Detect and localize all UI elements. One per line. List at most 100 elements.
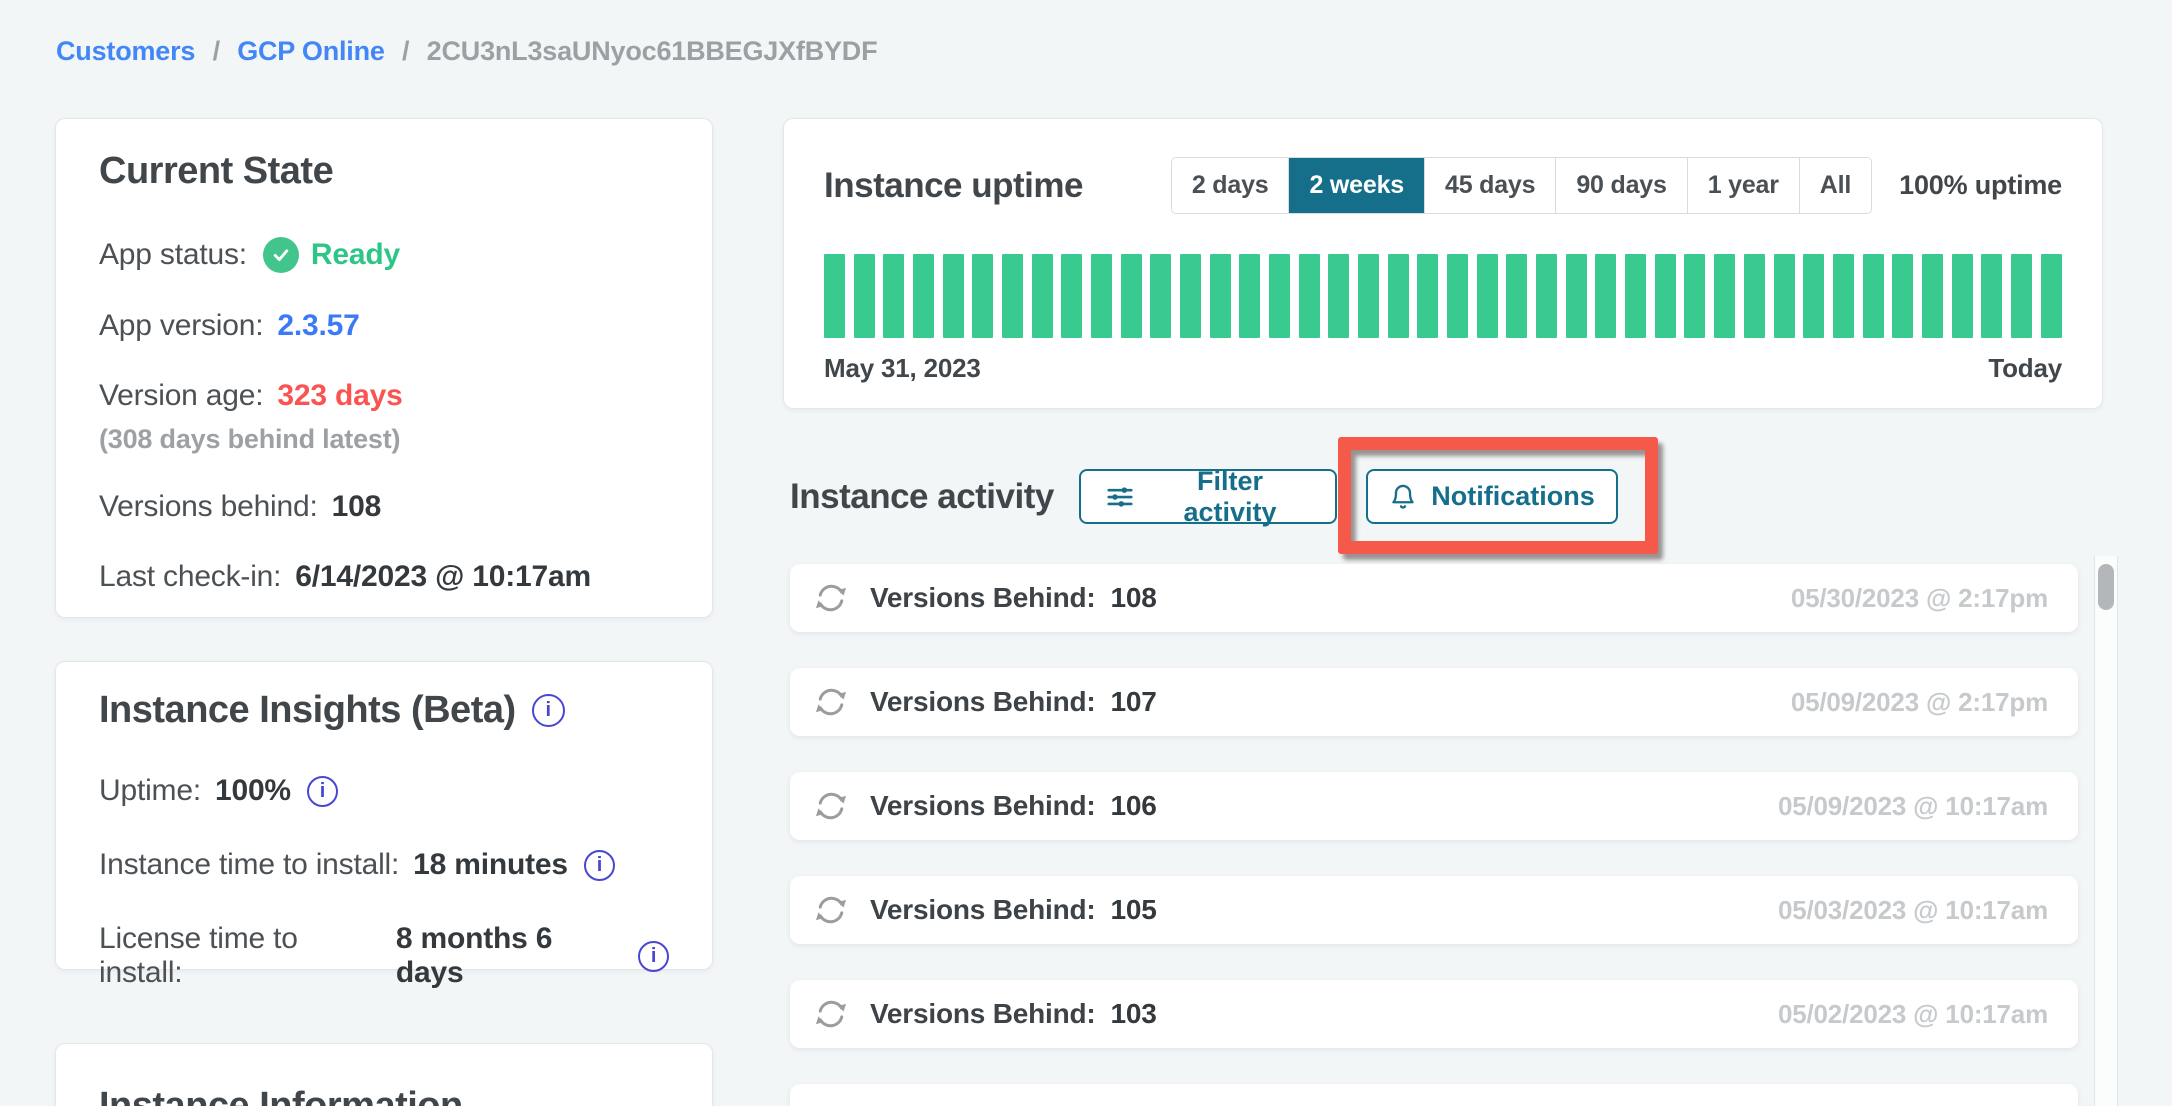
info-icon[interactable]: i bbox=[638, 941, 669, 972]
sliders-icon bbox=[1105, 482, 1135, 512]
instance-install-value: 18 minutes bbox=[413, 848, 568, 882]
uptime-bar bbox=[1803, 254, 1824, 338]
uptime-bar bbox=[1714, 254, 1735, 338]
activity-row-timestamp: 05/30/2023 @ 2:17pm bbox=[1791, 583, 2048, 614]
range-button-all[interactable]: All bbox=[1799, 158, 1871, 213]
range-button-45-days[interactable]: 45 days bbox=[1424, 158, 1555, 213]
activity-row-timestamp: 05/02/2023 @ 10:17am bbox=[1778, 999, 2048, 1030]
app-version-row: App version: 2.3.57 bbox=[99, 309, 669, 343]
uptime-bar bbox=[2011, 254, 2032, 338]
activity-row: Versions Behind: 105 05/03/2023 @ 10:17a… bbox=[790, 876, 2078, 944]
uptime-bar bbox=[1625, 254, 1646, 338]
last-checkin-value: 6/14/2023 @ 10:17am bbox=[295, 560, 591, 594]
uptime-bar bbox=[1774, 254, 1795, 338]
instance-activity-title: Instance activity bbox=[790, 477, 1054, 517]
uptime-bar bbox=[1239, 254, 1260, 338]
instance-information-title: Instance Information bbox=[99, 1084, 669, 1106]
activity-row: Versions Behind: 103 05/02/2023 @ 10:17a… bbox=[790, 980, 2078, 1048]
uptime-bar bbox=[1447, 254, 1468, 338]
range-button-90-days[interactable]: 90 days bbox=[1555, 158, 1686, 213]
activity-row: Versions Behind: 106 05/09/2023 @ 10:17a… bbox=[790, 772, 2078, 840]
bell-icon bbox=[1389, 483, 1417, 511]
breadcrumb-separator: / bbox=[213, 36, 220, 66]
info-icon[interactable]: i bbox=[584, 850, 615, 881]
activity-row-timestamp: 05/09/2023 @ 10:17am bbox=[1778, 791, 2048, 822]
instance-uptime-card: Instance uptime 2 days 2 weeks 45 days 9… bbox=[783, 118, 2103, 409]
uptime-bar bbox=[1922, 254, 1943, 338]
uptime-bar bbox=[1150, 254, 1171, 338]
activity-row-label: Versions Behind: bbox=[870, 790, 1096, 822]
versions-behind-row: Versions behind: 108 bbox=[99, 490, 669, 524]
last-checkin-label: Last check-in: bbox=[99, 560, 281, 594]
activity-row-label: Versions Behind: bbox=[870, 686, 1096, 718]
instance-detail-page: Customers / GCP Online / 2CU3nL3saUNyoc6… bbox=[0, 0, 2172, 1106]
instance-information-card: Instance Information bbox=[55, 1043, 713, 1106]
activity-row-value: 108 bbox=[1111, 582, 1157, 614]
uptime-bar bbox=[1952, 254, 1973, 338]
instance-install-row: Instance time to install: 18 minutes i bbox=[99, 848, 669, 882]
activity-row-partial bbox=[790, 1084, 2078, 1106]
notifications-button[interactable]: Notifications bbox=[1366, 469, 1618, 524]
activity-scrollbar-thumb[interactable] bbox=[2098, 564, 2114, 610]
license-install-label: License time to install: bbox=[99, 922, 382, 990]
check-circle-icon bbox=[263, 237, 299, 273]
activity-row: Versions Behind: 107 05/09/2023 @ 2:17pm bbox=[790, 668, 2078, 736]
uptime-bar bbox=[1032, 254, 1053, 338]
sync-icon bbox=[812, 995, 850, 1033]
uptime-bar bbox=[1744, 254, 1765, 338]
activity-scrollbar-track[interactable] bbox=[2094, 556, 2118, 1106]
uptime-bar bbox=[1566, 254, 1587, 338]
last-checkin-row: Last check-in: 6/14/2023 @ 10:17am bbox=[99, 560, 669, 594]
uptime-bar bbox=[1477, 254, 1498, 338]
range-button-2-weeks[interactable]: 2 weeks bbox=[1288, 158, 1424, 213]
range-button-2-days[interactable]: 2 days bbox=[1172, 158, 1289, 213]
chart-start-label: May 31, 2023 bbox=[824, 353, 981, 384]
uptime-bar bbox=[913, 254, 934, 338]
activity-row-value: 107 bbox=[1111, 686, 1157, 718]
uptime-bar bbox=[1833, 254, 1854, 338]
range-button-1-year[interactable]: 1 year bbox=[1687, 158, 1799, 213]
version-age-value: 323 days bbox=[277, 379, 402, 413]
uptime-bar bbox=[1655, 254, 1676, 338]
app-status-row: App status: Ready bbox=[99, 237, 669, 273]
activity-row-timestamp: 05/09/2023 @ 2:17pm bbox=[1791, 687, 2048, 718]
uptime-bar bbox=[1299, 254, 1320, 338]
uptime-bar bbox=[943, 254, 964, 338]
activity-row-label: Versions Behind: bbox=[870, 582, 1096, 614]
uptime-bar bbox=[1863, 254, 1884, 338]
versions-behind-value: 108 bbox=[332, 490, 381, 524]
uptime-bars bbox=[824, 254, 2062, 338]
uptime-bar bbox=[854, 254, 875, 338]
uptime-insight-value: 100% bbox=[215, 774, 291, 808]
app-version-value[interactable]: 2.3.57 bbox=[277, 309, 359, 343]
versions-behind-label: Versions behind: bbox=[99, 490, 318, 524]
uptime-bar bbox=[1358, 254, 1379, 338]
uptime-insight-row: Uptime: 100% i bbox=[99, 774, 669, 808]
filter-activity-label: Filter activity bbox=[1149, 466, 1311, 528]
uptime-insight-label: Uptime: bbox=[99, 774, 201, 808]
instance-insights-card: Instance Insights (Beta) i Uptime: 100% … bbox=[55, 661, 713, 970]
version-age-row: Version age: 323 days bbox=[99, 379, 669, 413]
breadcrumb-link-customers[interactable]: Customers bbox=[56, 36, 195, 66]
uptime-bar bbox=[1595, 254, 1616, 338]
uptime-bar bbox=[1684, 254, 1705, 338]
uptime-bar bbox=[1269, 254, 1290, 338]
uptime-bar bbox=[1892, 254, 1913, 338]
filter-activity-button[interactable]: Filter activity bbox=[1079, 469, 1337, 524]
info-icon[interactable]: i bbox=[532, 694, 565, 727]
app-status-value: Ready bbox=[311, 238, 400, 272]
breadcrumb-link-gcp-online[interactable]: GCP Online bbox=[237, 36, 385, 66]
sync-icon bbox=[812, 787, 850, 825]
uptime-bar bbox=[1981, 254, 2002, 338]
sync-icon bbox=[812, 683, 850, 721]
app-status-label: App status: bbox=[99, 238, 247, 272]
current-state-title: Current State bbox=[99, 149, 669, 193]
activity-row-value: 106 bbox=[1111, 790, 1157, 822]
uptime-bar bbox=[1417, 254, 1438, 338]
uptime-bar bbox=[883, 254, 904, 338]
current-state-card: Current State App status: Ready App vers… bbox=[55, 118, 713, 618]
info-icon[interactable]: i bbox=[307, 776, 338, 807]
activity-row-label: Versions Behind: bbox=[870, 894, 1096, 926]
license-install-value: 8 months 6 days bbox=[396, 922, 622, 990]
uptime-range-selector: 2 days 2 weeks 45 days 90 days 1 year Al… bbox=[1171, 157, 1872, 214]
